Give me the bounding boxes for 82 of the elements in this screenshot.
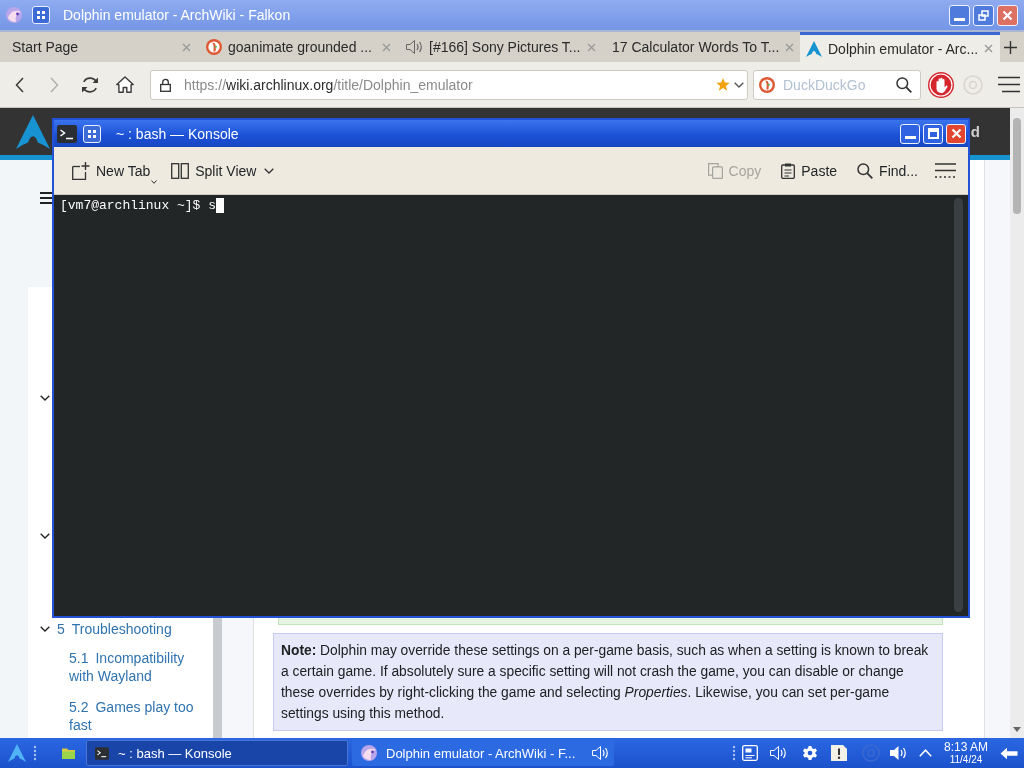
search-field[interactable]: DuckDuckGo (753, 69, 921, 100)
speaker-icon[interactable] (889, 745, 907, 761)
plus-icon[interactable] (1004, 40, 1017, 54)
triangle-logo-icon[interactable] (8, 744, 26, 762)
terminal-icon (95, 746, 109, 760)
clipboard-icon (781, 162, 796, 179)
window-title: Dolphin emulator - ArchWiki - Falkon (63, 7, 291, 23)
minimize-button[interactable] (900, 123, 920, 144)
header-text[interactable]: d (970, 123, 980, 140)
browser-tab[interactable]: 17 Calculator Words To T... (600, 32, 800, 62)
terminal-prompt: [vm7@archlinux ~]$ s (60, 197, 217, 214)
note-icon[interactable] (830, 745, 847, 761)
restore-icon (978, 9, 989, 21)
speaker-icon (406, 39, 423, 55)
site-logo-icon (206, 39, 222, 55)
copy-icon (707, 162, 723, 179)
browser-tab[interactable]: Start Page (0, 32, 200, 62)
speaker-icon[interactable] (592, 745, 609, 761)
close-icon (1002, 9, 1013, 21)
folder-icon[interactable] (62, 747, 75, 759)
menu-icon[interactable] (998, 76, 1020, 93)
toc-link[interactable]: 5.2 Games play too fast (69, 698, 205, 734)
search-icon[interactable] (896, 76, 912, 93)
maximize-button[interactable] (923, 123, 943, 144)
arrow-left-icon[interactable] (1000, 746, 1018, 760)
lock-icon (160, 77, 171, 92)
address-field[interactable]: https://wiki.archlinux.org/title/Dolphin_emulator (150, 69, 748, 100)
url-text: https://wiki.archlinux.org/title/Dolphin_emulator (184, 76, 473, 93)
window-title: ~ : bash — Konsole (116, 125, 239, 142)
task-button[interactable]: ~ : bash — Konsole (86, 740, 348, 766)
minimize-icon (904, 135, 916, 139)
document-icon[interactable] (741, 745, 758, 761)
gear-icon[interactable] (802, 746, 817, 760)
page-scrollbar[interactable] (1010, 108, 1024, 738)
menu-icon[interactable] (935, 162, 956, 179)
terminal-icon[interactable] (57, 124, 77, 143)
close-icon (950, 128, 962, 139)
browser-tab[interactable]: Dolphin emulator - Arc... (800, 32, 1000, 62)
minimize-icon (954, 17, 965, 21)
note-text: Note: Dolphin may override these settings on a per-game basis, such as when a setting is known to break a certain game. If absolutely sure a specific setting will not crash the game, you can disable or change these overrides by right-clicking the game and selecting Properties. Likewise, you can set per-game settings using this method. (273, 633, 943, 731)
menu-icon[interactable] (40, 192, 52, 204)
search-input[interactable]: DuckDuckGo (783, 76, 896, 93)
reload-icon[interactable] (80, 75, 99, 94)
chevron-down-icon[interactable] (40, 395, 50, 401)
scrollbar-thumb[interactable] (1013, 118, 1021, 214)
clock-time[interactable]: 8:13 AM (943, 741, 988, 754)
speaker-icon[interactable] (769, 745, 787, 761)
stop-hand-icon[interactable] (928, 71, 954, 98)
browser-tab[interactable]: goanimate grounded ... (200, 32, 400, 62)
star-icon[interactable] (716, 78, 730, 91)
terminal-scrollbar[interactable] (954, 198, 963, 612)
triangle-logo-icon[interactable] (16, 114, 50, 149)
back-icon[interactable] (15, 76, 24, 93)
clock-date[interactable]: 11/4/24 (949, 754, 983, 765)
tab-plus-icon (72, 161, 90, 180)
search-icon (857, 162, 874, 179)
grid-icon[interactable] (83, 124, 101, 143)
toolbar-button[interactable]: Paste (776, 158, 843, 183)
chevron-up-icon[interactable] (918, 749, 932, 757)
close-button[interactable] (946, 123, 966, 144)
triangle-logo-icon (806, 40, 822, 57)
caret-icon (151, 179, 158, 184)
chevron-down-icon (264, 167, 275, 174)
cursor-icon (216, 198, 225, 213)
toolbar-button[interactable]: Split View (166, 158, 280, 183)
chevron-down-icon[interactable] (40, 626, 50, 632)
site-logo-icon[interactable] (759, 76, 775, 93)
browser-tab[interactable]: [#166] Sony Pictures T... (400, 32, 600, 62)
maximize-icon (927, 128, 939, 139)
arrow-down-icon[interactable] (1013, 727, 1021, 732)
toolbar-button[interactable]: New Tab (67, 157, 163, 184)
caret-icon[interactable] (734, 81, 744, 88)
grip-icon (731, 745, 736, 761)
toc-link[interactable]: 5.1 Incompatibility with Wayland (69, 649, 205, 685)
chevron-down-icon[interactable] (40, 533, 50, 539)
app-icon (361, 745, 377, 761)
columns-icon (171, 162, 190, 179)
toc-link[interactable]: 5 Troubleshooting (57, 621, 172, 637)
task-button[interactable]: Dolphin emulator - ArchWiki - F... (352, 740, 614, 766)
grip-icon (33, 745, 37, 761)
home-icon[interactable] (115, 76, 134, 93)
toolbar-button[interactable]: Find... (852, 158, 923, 183)
